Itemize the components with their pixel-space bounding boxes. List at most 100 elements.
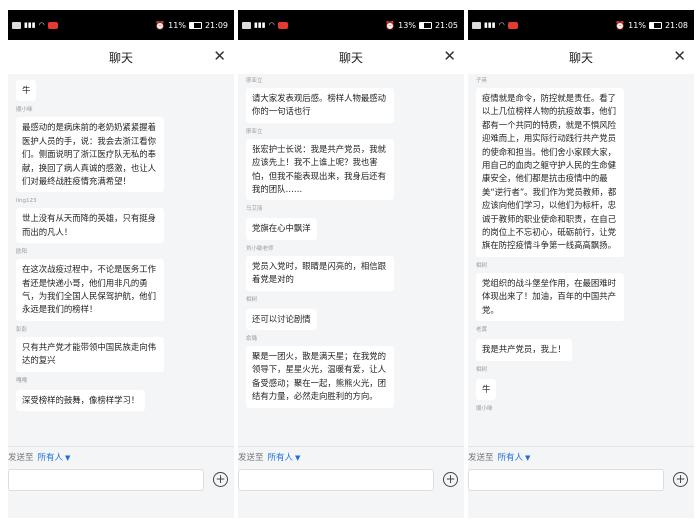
chat-title: 聊天	[108, 50, 133, 65]
message-bubble: 党员入党时，眼睛是闪亮的，相信跟着党是对的	[246, 255, 394, 291]
clock: 21:05	[434, 20, 458, 30]
sim-icon	[12, 21, 21, 29]
message-list[interactable]: 牛 顺小咪 最感动的是病床前的老奶奶紧紧握着医护人员的手，说：我会去浙江看你们。…	[8, 74, 234, 448]
sender-name: 相树	[476, 366, 488, 373]
send-to-label: 发送至	[8, 453, 34, 463]
wifi-icon: ◠	[268, 21, 275, 29]
chat-header: 聊天 ✕	[468, 40, 694, 74]
chat-message: 顺小咪 最感动的是病床前的老奶奶紧紧握着医护人员的手，说：我会去浙江看你们。侧面…	[16, 107, 234, 193]
message-bubble: 最感动的是病床前的老奶奶紧紧握着医护人员的手，说：我会去浙江看你们。侧面说明了浙…	[16, 117, 164, 193]
sender-name: 顺小咪	[476, 405, 493, 412]
battery-percent: 13%	[398, 20, 416, 30]
message-bubble: 聚是一团火，散是满天星；在我党的领导下，星星火光，温暖有爱，让人备受感动；聚在一…	[246, 346, 394, 408]
sender-name: 刘小敏老师	[246, 245, 274, 252]
clock: 21:08	[664, 20, 688, 30]
chat-message: 马艾丽 党旗在心中飘洋	[246, 206, 464, 240]
message-bubble: 只有共产党才能带领中国民族走向伟达的复兴	[16, 336, 164, 372]
recipient-dropdown[interactable]: 所有人	[268, 453, 294, 463]
sender-name: 老黄	[476, 327, 488, 334]
sender-name: 廖亚立	[246, 78, 263, 84]
wifi-icon: ◠	[498, 21, 505, 29]
wifi-icon: ◠	[38, 21, 45, 29]
message-input[interactable]	[8, 469, 204, 491]
message-input[interactable]	[468, 469, 664, 491]
sender-name: 欧阳	[16, 249, 28, 256]
notification-icon	[507, 21, 518, 29]
plus-circle-icon[interactable]: +	[213, 472, 228, 487]
phone-screen-2: ▮▮▮ ◠ ⏰ 13% 21:05 聊天 ✕ 廖亚立 请大家发表观后感。榜样人物…	[238, 10, 464, 518]
sim-icon	[242, 21, 251, 29]
chat-message: 相树 牛	[476, 367, 694, 400]
chat-title: 聊天	[338, 50, 363, 65]
chat-title: 聊天	[568, 50, 593, 65]
message-bubble: 请大家发表观后感。榜样人物最感动你的一句话也行	[246, 88, 394, 123]
sender-name: 彭彭	[16, 326, 28, 333]
message-bubble: 党组织的战斗堡垒作用，在最困难时体现出来了！加油，百年的中国共产党。	[476, 272, 624, 322]
chat-message: 顺小咪	[476, 406, 694, 413]
chat-message: 欧阳 在这次战疫过程中，不论是医务工作者还是快递小哥，他们用非凡的勇气，为我们全…	[16, 249, 234, 321]
message-bubble: 在这次战疫过程中，不论是医务工作者还是快递小哥，他们用非凡的勇气，为我们全国人民…	[16, 259, 164, 321]
send-to-selector[interactable]: 发送至 所有人 ▼	[238, 451, 300, 463]
message-bubble: 牛	[16, 80, 37, 102]
sender-name: 俞璐	[246, 336, 258, 343]
chat-message: 廖亚立 张宏护士长说：我是共产党员，我就应该先上！我不上谁上呢？我也害怕，但我不…	[246, 129, 464, 201]
status-bar: ▮▮▮ ◠ ⏰ 11% 21:08	[468, 10, 694, 40]
recipient-dropdown[interactable]: 所有人	[38, 453, 64, 463]
battery-icon	[418, 21, 432, 29]
chat-message: 牛	[16, 78, 234, 102]
send-to-label: 发送至	[238, 453, 264, 463]
chat-message: 俞璐 聚是一团火，散是满天星；在我党的领导下，星星火光，温暖有爱，让人备受感动；…	[246, 336, 464, 408]
sender-name: 顺小咪	[16, 107, 33, 114]
plus-circle-icon[interactable]: +	[673, 472, 688, 487]
sender-name: 廖亚立	[246, 128, 263, 135]
message-list[interactable]: 廖亚立 请大家发表观后感。榜样人物最感动你的一句话也行 廖亚立 张宏护士长说：我…	[238, 74, 464, 448]
alarm-icon: ⏰	[385, 20, 396, 30]
notification-icon	[277, 21, 288, 29]
alarm-icon: ⏰	[615, 20, 626, 30]
chat-message: 相树 还可以讨论剧情	[246, 297, 464, 331]
battery-icon	[648, 21, 662, 29]
chat-message: ling123 世上没有从天而降的英雄，只有挺身而出的凡人！	[16, 198, 234, 244]
clock: 21:09	[204, 20, 228, 30]
message-bubble: 党旗在心中飘洋	[246, 218, 317, 240]
chat-header: 聊天 ✕	[238, 40, 464, 74]
chat-header: 聊天 ✕	[8, 40, 234, 74]
plus-circle-icon[interactable]: +	[443, 472, 458, 487]
message-bubble: 深受榜样的鼓舞，像榜样学习！	[16, 389, 146, 412]
caret-down-icon[interactable]: ▼	[65, 454, 70, 462]
chat-message: 彭彭 只有共产党才能带领中国民族走向伟达的复兴	[16, 327, 234, 372]
sender-name: 嘎嘎	[16, 377, 28, 384]
chat-message: 刘小敏老师 党员入党时，眼睛是闪亮的，相信跟着党是对的	[246, 246, 464, 291]
chat-message: 廖亚立 请大家发表观后感。榜样人物最感动你的一句话也行	[246, 78, 464, 123]
caret-down-icon[interactable]: ▼	[525, 454, 530, 462]
chat-footer: 发送至 所有人 ▼ +	[468, 446, 694, 518]
close-icon[interactable]: ✕	[443, 48, 456, 64]
signal-icon: ▮▮▮	[484, 21, 496, 29]
chat-message: 老黄 我是共产党员，我上！	[476, 327, 694, 361]
caret-down-icon[interactable]: ▼	[295, 454, 300, 462]
sender-name: 子英	[476, 78, 488, 84]
message-list[interactable]: 子英 疫情就是命令，防控就是责任。看了以上几位榜样人物的抗疫故事，他们都有一个共…	[468, 74, 694, 448]
close-icon[interactable]: ✕	[673, 48, 686, 64]
signal-icon: ▮▮▮	[24, 21, 36, 29]
alarm-icon: ⏰	[155, 20, 166, 30]
phone-screen-3: ▮▮▮ ◠ ⏰ 11% 21:08 聊天 ✕ 子英 疫情就是命令，防控就是责任。…	[468, 10, 694, 518]
chat-footer: 发送至 所有人 ▼ +	[238, 446, 464, 518]
phone-screen-1: ▮▮▮ ◠ ⏰ 11% 21:09 聊天 ✕ 牛 顺小咪 最感动的是病床前的老奶…	[8, 10, 234, 518]
sim-icon	[472, 21, 481, 29]
status-bar: ▮▮▮ ◠ ⏰ 11% 21:09	[8, 10, 234, 40]
sender-name: 相树	[476, 262, 488, 269]
battery-icon	[188, 21, 202, 29]
send-to-selector[interactable]: 发送至 所有人 ▼	[8, 451, 70, 463]
signal-icon: ▮▮▮	[254, 21, 266, 29]
message-bubble: 我是共产党员，我上！	[476, 339, 572, 361]
sender-name: ling123	[16, 198, 37, 205]
battery-percent: 11%	[628, 20, 646, 30]
send-to-selector[interactable]: 发送至 所有人 ▼	[468, 451, 530, 463]
recipient-dropdown[interactable]: 所有人	[498, 453, 524, 463]
message-bubble: 牛	[476, 378, 497, 400]
close-icon[interactable]: ✕	[213, 48, 226, 64]
send-to-label: 发送至	[468, 453, 494, 463]
message-input[interactable]	[238, 469, 434, 491]
sender-name: 马艾丽	[246, 206, 263, 213]
